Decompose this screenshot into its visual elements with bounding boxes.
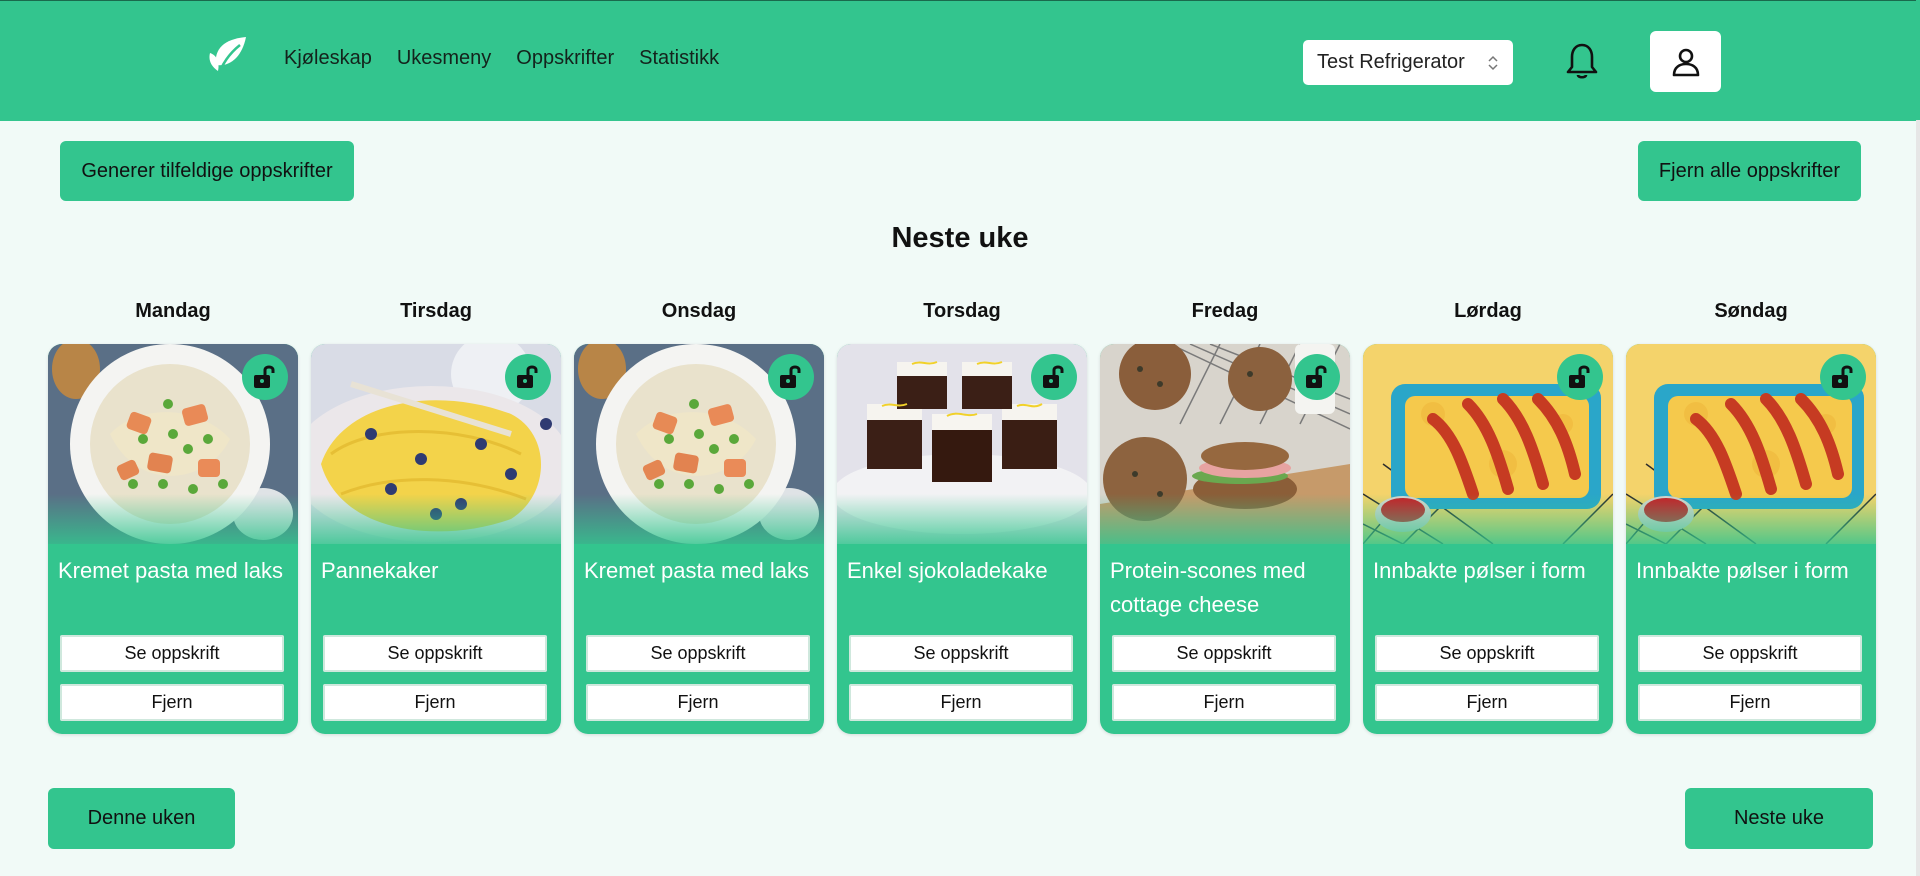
- recipe-title[interactable]: Pannekaker: [321, 554, 553, 588]
- image-fade: [574, 494, 824, 554]
- lock-toggle-button[interactable]: [242, 354, 288, 400]
- leaf-logo-icon[interactable]: [206, 35, 250, 83]
- image-fade: [1100, 494, 1350, 554]
- scrollbar-thumb[interactable]: [1916, 0, 1920, 120]
- recipe-title[interactable]: Innbakte pølser i form: [1373, 554, 1605, 588]
- next-week-button[interactable]: Neste uke: [1685, 788, 1873, 849]
- day-name: Onsdag: [661, 300, 737, 322]
- remove-recipe-button[interactable]: Fjern: [60, 684, 284, 721]
- remove-all-recipes-button[interactable]: Fjern alle oppskrifter: [1638, 141, 1861, 201]
- recipe-card[interactable]: Enkel sjokoladekake Se oppskrift Fjern: [837, 344, 1087, 734]
- scrollbar-track[interactable]: [1916, 0, 1920, 876]
- see-recipe-button[interactable]: Se oppskrift: [323, 635, 547, 672]
- unlock-icon: [1832, 365, 1853, 388]
- remove-recipe-button[interactable]: Fjern: [323, 684, 547, 721]
- nav-item-oppskrifter[interactable]: Oppskrifter: [516, 47, 614, 70]
- day-name: Tirsdag: [400, 300, 472, 322]
- remove-recipe-button[interactable]: Fjern: [849, 684, 1073, 721]
- see-recipe-button[interactable]: Se oppskrift: [1375, 635, 1599, 672]
- lock-toggle-button[interactable]: [1820, 354, 1866, 400]
- remove-recipe-button[interactable]: Fjern: [1112, 684, 1336, 721]
- lock-toggle-button[interactable]: [1031, 354, 1077, 400]
- lock-toggle-button[interactable]: [505, 354, 551, 400]
- lock-toggle-button[interactable]: [1294, 354, 1340, 400]
- nav-item-ukesmeny[interactable]: Ukesmeny: [397, 47, 491, 70]
- image-fade: [48, 494, 298, 554]
- bell-icon[interactable]: [1564, 41, 1600, 81]
- see-recipe-button[interactable]: Se oppskrift: [1638, 635, 1862, 672]
- unlock-icon: [1569, 365, 1590, 388]
- unlock-icon: [1043, 365, 1064, 388]
- recipe-title[interactable]: Kremet pasta med laks: [58, 554, 290, 588]
- day-column: Lørdag Innbakte pølser i form Se oppskri…: [1363, 300, 1613, 734]
- unlock-icon: [254, 365, 275, 388]
- top-navigation-bar: Kjøleskap Ukesmeny Oppskrifter Statistik…: [0, 0, 1916, 121]
- lock-toggle-button[interactable]: [768, 354, 814, 400]
- recipe-card[interactable]: Pannekaker Se oppskrift Fjern: [311, 344, 561, 734]
- remove-recipe-button[interactable]: Fjern: [586, 684, 810, 721]
- unlock-icon: [1306, 365, 1327, 388]
- user-icon: [1672, 48, 1699, 76]
- remove-recipe-button[interactable]: Fjern: [1375, 684, 1599, 721]
- image-fade: [837, 494, 1087, 554]
- fridge-select[interactable]: Test Refrigerator: [1303, 40, 1513, 85]
- image-fade: [311, 494, 561, 554]
- see-recipe-button[interactable]: Se oppskrift: [586, 635, 810, 672]
- day-column: Torsdag Enkel sjokoladekake Se oppskrift…: [837, 300, 1087, 734]
- nav-item-kjoleskap[interactable]: Kjøleskap: [284, 47, 372, 70]
- day-name: Lørdag: [1454, 300, 1522, 322]
- see-recipe-button[interactable]: Se oppskrift: [1112, 635, 1336, 672]
- day-column: Søndag Innbakte pølser i form Se oppskri…: [1626, 300, 1876, 734]
- image-fade: [1363, 494, 1613, 554]
- day-column: Fredag Protein-scones med cottage cheese…: [1100, 300, 1350, 734]
- recipe-title[interactable]: Enkel sjokoladekake: [847, 554, 1079, 588]
- day-name: Søndag: [1714, 300, 1788, 322]
- recipe-title[interactable]: Innbakte pølser i form: [1636, 554, 1868, 588]
- weekly-menu: Mandag Kremet pasta med laks Se oppskrif…: [48, 300, 1876, 734]
- recipe-title[interactable]: Kremet pasta med laks: [584, 554, 816, 588]
- this-week-button[interactable]: Denne uken: [48, 788, 235, 849]
- fridge-select-value: Test Refrigerator: [1317, 51, 1465, 73]
- day-column: Mandag Kremet pasta med laks Se oppskrif…: [48, 300, 298, 734]
- profile-button[interactable]: [1650, 31, 1721, 92]
- image-fade: [1626, 494, 1876, 554]
- recipe-card[interactable]: Protein-scones med cottage cheese Se opp…: [1100, 344, 1350, 734]
- main-nav: Kjøleskap Ukesmeny Oppskrifter Statistik…: [284, 47, 719, 70]
- select-chevron-icon: [1488, 55, 1498, 70]
- recipe-card[interactable]: Kremet pasta med laks Se oppskrift Fjern: [574, 344, 824, 734]
- nav-item-statistikk[interactable]: Statistikk: [639, 47, 719, 70]
- recipe-card[interactable]: Innbakte pølser i form Se oppskrift Fjer…: [1626, 344, 1876, 734]
- week-title: Neste uke: [891, 222, 1029, 254]
- day-name: Fredag: [1191, 300, 1259, 322]
- unlock-icon: [780, 365, 801, 388]
- recipe-card[interactable]: Kremet pasta med laks Se oppskrift Fjern: [48, 344, 298, 734]
- lock-toggle-button[interactable]: [1557, 354, 1603, 400]
- day-name: Mandag: [135, 300, 211, 322]
- recipe-card[interactable]: Innbakte pølser i form Se oppskrift Fjer…: [1363, 344, 1613, 734]
- day-column: Onsdag Kremet pasta med laks Se oppskrif…: [574, 300, 824, 734]
- unlock-icon: [517, 365, 538, 388]
- see-recipe-button[interactable]: Se oppskrift: [60, 635, 284, 672]
- remove-recipe-button[interactable]: Fjern: [1638, 684, 1862, 721]
- day-name: Torsdag: [923, 300, 1001, 322]
- generate-random-recipes-button[interactable]: Generer tilfeldige oppskrifter: [60, 141, 354, 201]
- see-recipe-button[interactable]: Se oppskrift: [849, 635, 1073, 672]
- recipe-title[interactable]: Protein-scones med cottage cheese: [1110, 554, 1342, 622]
- day-column: Tirsdag Pannekaker Se oppskrift Fjern: [311, 300, 561, 734]
